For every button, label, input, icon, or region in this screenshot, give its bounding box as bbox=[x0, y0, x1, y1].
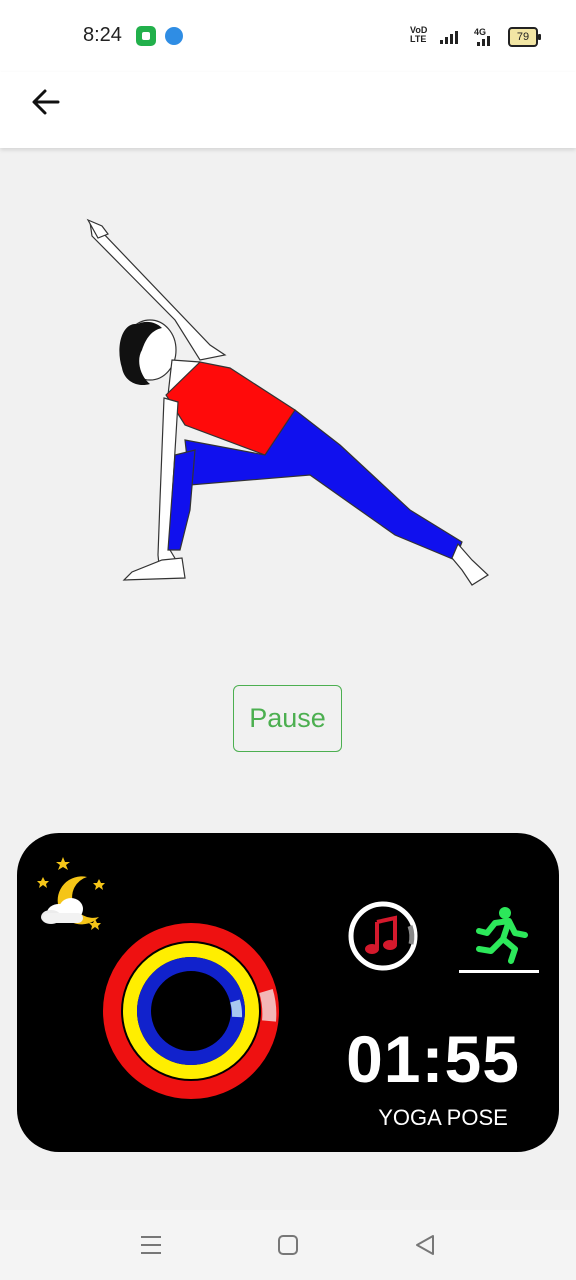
moon-stars-cloud-icon bbox=[37, 857, 105, 930]
run-tab-button[interactable] bbox=[459, 903, 539, 973]
app-notification-icon bbox=[136, 26, 156, 46]
system-back-button[interactable] bbox=[412, 1232, 438, 1258]
recent-apps-button[interactable] bbox=[138, 1232, 164, 1258]
workout-timer: 01:55 bbox=[346, 1022, 520, 1096]
signal-icon bbox=[440, 30, 458, 44]
menu-icon bbox=[141, 1236, 161, 1254]
exercise-label: YOGA POSE bbox=[378, 1105, 508, 1130]
home-square-icon bbox=[278, 1235, 298, 1255]
workout-panel: 01:55 YOGA POSE bbox=[17, 833, 559, 1152]
status-time: 8:24 bbox=[83, 24, 122, 46]
signal-4g-icon bbox=[477, 32, 490, 46]
music-button[interactable] bbox=[347, 900, 419, 972]
back-button[interactable] bbox=[28, 84, 64, 120]
tab-indicator bbox=[459, 970, 539, 973]
activity-rings-icon bbox=[103, 923, 279, 1099]
music-note-icon bbox=[348, 901, 418, 971]
yoga-pose-illustration bbox=[86, 218, 489, 586]
system-nav-bar bbox=[0, 1210, 576, 1280]
arrow-left-icon bbox=[32, 89, 60, 115]
running-person-icon bbox=[476, 907, 528, 964]
back-triangle-icon bbox=[416, 1235, 434, 1255]
volte-icon: VoD LTE bbox=[410, 25, 428, 44]
app-bar bbox=[0, 72, 576, 148]
app-notification-icon-2 bbox=[165, 27, 183, 45]
pause-button[interactable]: Pause bbox=[233, 685, 342, 752]
battery-icon: 79 bbox=[508, 27, 541, 47]
status-bar: 8:24 VoD LTE 4G 79 bbox=[0, 0, 576, 72]
home-button[interactable] bbox=[275, 1232, 301, 1258]
